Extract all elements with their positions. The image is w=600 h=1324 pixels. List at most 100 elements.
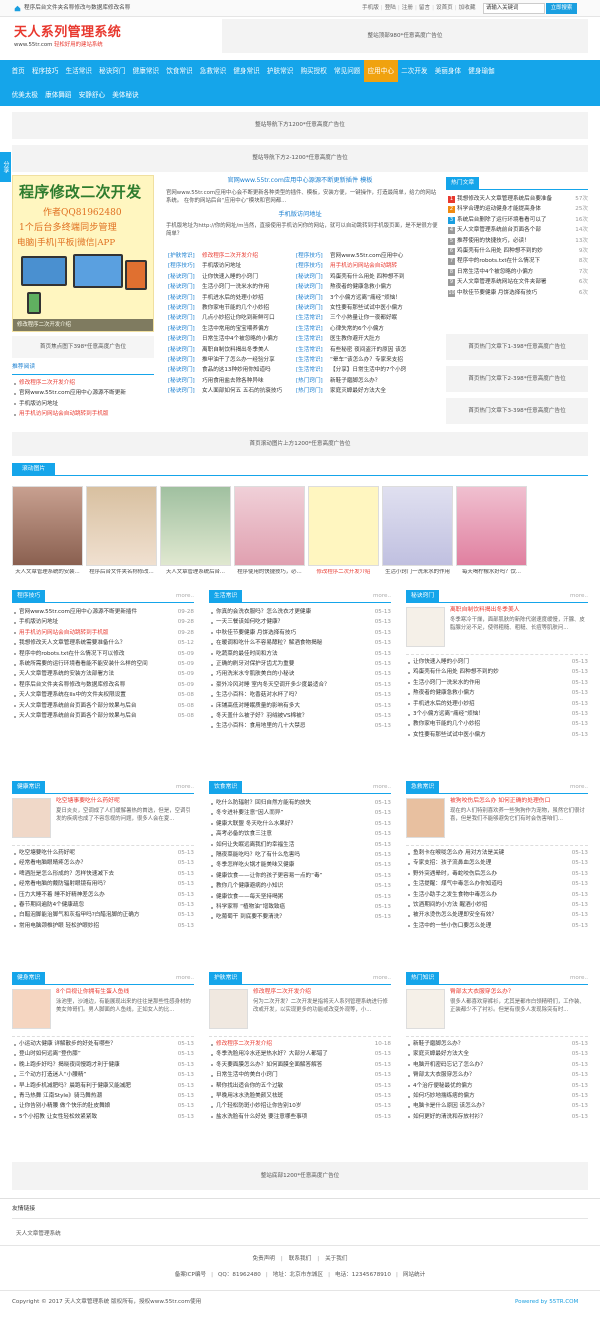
more-link[interactable]: more.. bbox=[570, 593, 588, 600]
list-item[interactable]: 鱼刺卡在喉咙怎么办 用对方法是关键 05-13 bbox=[406, 848, 588, 859]
list-item[interactable]: 中秋佳节要健康 月饼选择有技巧 05-13 bbox=[209, 627, 391, 639]
article-link[interactable]: 家庭灭蟑最好方法大全 bbox=[330, 386, 440, 396]
article-link[interactable]: 有些秘密 夜间盗汗的原因 该怎 bbox=[330, 345, 440, 355]
list-item[interactable]: 吃空塘要吃什么药好呢 05-13 bbox=[12, 848, 194, 859]
block-title[interactable]: 热门知识 bbox=[406, 972, 440, 985]
top-link[interactable]: 登陆 bbox=[385, 5, 396, 12]
list-item[interactable]: 生活小百科：吃香菇对水杯了吗？ 05-13 bbox=[209, 690, 391, 701]
featured-article[interactable]: 修改程序二次开发介绍 何为二次开发？二次开发是指将天人系列管理系统进行修改或开发，… bbox=[209, 989, 391, 1036]
block-title[interactable]: 健康常识 bbox=[12, 781, 46, 794]
list-item[interactable]: 早晚用冰水洗脸美颜又祛斑 05-13 bbox=[209, 1090, 391, 1102]
list-item[interactable]: 冬天盖什么被子好？羽绒被VS棉被？ 05-13 bbox=[209, 710, 391, 722]
nav-item[interactable]: 程序技巧 bbox=[28, 60, 62, 82]
list-item[interactable]: 啤酒肚是怎么形成的？怎样快速减下去 05-13 bbox=[12, 868, 194, 880]
article-link[interactable]: 推甲油干了怎么办一经验分享 bbox=[202, 355, 296, 365]
list-item[interactable]: 巧用洗米水令肌肤美白的小秘诀 05-13 bbox=[209, 669, 391, 680]
footer-link[interactable]: 联系我们 bbox=[289, 1256, 311, 1262]
list-item[interactable]: 系统所需要的运行环境看看能不能安装什么样的空间 05-09 bbox=[12, 658, 194, 670]
nav-item[interactable]: 常见问题 bbox=[330, 60, 364, 82]
nav-item[interactable]: 美丽身体 bbox=[431, 60, 465, 82]
list-item[interactable]: 经常看电脑眼睛疼怎么办？ 05-13 bbox=[12, 858, 194, 869]
list-item[interactable]: 一天三餐该如何吃才健康？ 05-13 bbox=[209, 617, 391, 628]
featured-article[interactable]: 8个目视让你拥有生蛋人鱼线 泳池里，沙滩边，有能展现出来的往往是那些性感身材的美女… bbox=[12, 989, 194, 1036]
list-item[interactable]: 吃葡萄干 到底要不要清洗？ 05-13 bbox=[209, 912, 391, 923]
list-item[interactable]: 在暖调和吃什么不容易酵粒？解酒食物揭秘 05-13 bbox=[209, 638, 391, 649]
list-item[interactable]: 春节期间遍防4个健康疏忽 05-13 bbox=[12, 899, 194, 911]
top-link[interactable]: 手机版 bbox=[362, 5, 379, 12]
list-item[interactable]: 健康饮食——让你的孩子更容易一点的“毒” 05-13 bbox=[209, 870, 391, 882]
favorites-text[interactable]: 程序后台文件夹名称修改与数据库修改名称 bbox=[24, 5, 130, 12]
gallery-item[interactable]: 每天喝柠檬水好吗？饮... bbox=[456, 486, 527, 576]
category-tag[interactable]: [秘诀窍门] bbox=[168, 365, 202, 375]
site-logo[interactable]: 天人系列管理系统 www.55tr.com 轻松好用的建站系统 bbox=[14, 25, 121, 49]
category-tag[interactable]: [程序技巧] bbox=[296, 261, 330, 271]
article-link[interactable]: 新鞋子磨脚怎么办？ bbox=[330, 376, 440, 386]
category-tag[interactable]: [生活常识] bbox=[296, 365, 330, 375]
list-item[interactable]: 熬夜者的健康急救小偏方 05-13 bbox=[406, 688, 588, 699]
above-scroll-ad[interactable]: 首页滚动图片上方1200*任意高度广告位 bbox=[12, 432, 588, 456]
list-item[interactable]: 压力大睡不着 睡不好精神差怎么办 05-13 bbox=[12, 889, 194, 900]
category-tag[interactable]: [生活常识] bbox=[296, 324, 330, 334]
list-item[interactable]: 臀部太大衣服穿怎么办？ 05-13 bbox=[406, 1070, 588, 1081]
search-button[interactable]: 立即搜索 bbox=[546, 3, 577, 14]
nav-item[interactable]: 生活常识 bbox=[62, 60, 96, 82]
list-item[interactable]: 教你家电节能的几个小妙招 05-13 bbox=[406, 719, 588, 730]
friend-link-item[interactable]: 天人文章管理系统 bbox=[16, 1231, 61, 1238]
more-link[interactable]: more.. bbox=[570, 784, 588, 791]
list-item[interactable]: 日常生活中的美白小窍门 05-13 bbox=[209, 1070, 391, 1081]
nav-item[interactable]: 应用中心 bbox=[364, 60, 398, 82]
search-input[interactable]: 请输入关键词 bbox=[483, 3, 545, 14]
list-item[interactable]: 天人文章管理系统的安装方法部署方法 05-09 bbox=[12, 669, 194, 680]
list-item[interactable]: 官网www.55tr.com应用中心源源不断更新插件 09-28 bbox=[12, 607, 194, 618]
category-tag[interactable]: [程序技巧] bbox=[296, 251, 330, 261]
block-title[interactable]: 急救常识 bbox=[406, 781, 440, 794]
article-link[interactable]: 让你快速入睡的小窍门 bbox=[202, 272, 296, 282]
list-item[interactable]: 登山时如何远离“登伤膝” 05-13 bbox=[12, 1049, 194, 1060]
list-item[interactable]: 让你告别小精腰 做个快乐的肚皮舞娘 05-13 bbox=[12, 1101, 194, 1112]
list-item[interactable]: 吃蔬菜的最佳时间和方法 05-13 bbox=[209, 648, 391, 659]
nav-item[interactable]: 康体舞蹈 bbox=[42, 84, 76, 106]
article-link[interactable]: 巧用食用盐去除各种异味 bbox=[202, 376, 296, 386]
list-item[interactable]: 手机进水后的处理小妙招 05-13 bbox=[406, 698, 588, 709]
article-link[interactable]: 生活小窍门一洗米水的作用 bbox=[202, 282, 296, 292]
list-item[interactable]: 生活小百科：食用地里的几十大禁忌 05-13 bbox=[209, 721, 391, 732]
article-link[interactable]: 三个小熟量让你一夜都好眠 bbox=[330, 313, 440, 323]
category-tag[interactable]: [生活常识] bbox=[296, 355, 330, 365]
hot-item[interactable]: 8 日常生活中4个被忽略的小偏方 7次 bbox=[446, 266, 588, 278]
category-tag[interactable]: [秘诀窍门] bbox=[296, 293, 330, 303]
hot-item[interactable]: 7 程序中的robots.txt在什么情况下 8次 bbox=[446, 256, 588, 267]
list-item[interactable]: 天人文章管理系统前台页面各个部分效果与后台 05-08 bbox=[12, 700, 194, 711]
nav-item[interactable]: 优美太极 bbox=[8, 84, 42, 106]
list-item[interactable]: 高考必备的饮食三注意 05-13 bbox=[209, 829, 391, 840]
nav-item[interactable]: 饮食常识 bbox=[163, 60, 197, 82]
recommend-item[interactable]: 修改程序二次开发介绍 bbox=[12, 378, 154, 388]
hot-item[interactable]: 2 科学合理的运动健身才能提高身体 25次 bbox=[446, 204, 588, 215]
list-item[interactable]: 冬季洗脸用冷水还是热水好？大部分人都错了 05-13 bbox=[209, 1049, 391, 1060]
list-item[interactable]: 5个小招教 让女性轻松效紧紧致 05-13 bbox=[12, 1111, 194, 1123]
list-item[interactable]: 生活中的一些小伤口要怎么处理 05-13 bbox=[406, 920, 588, 932]
footer-link[interactable]: 关于我们 bbox=[325, 1256, 347, 1262]
category-tag[interactable]: [秘诀窍门] bbox=[168, 282, 202, 292]
block-title[interactable]: 护肤常识 bbox=[209, 972, 243, 985]
bottom-ad[interactable]: 整站底部1200*任意高度广告位 bbox=[12, 1162, 588, 1190]
list-item[interactable]: 修改程序二次开发介绍 10-18 bbox=[209, 1039, 391, 1050]
category-tag[interactable]: [秘诀窍门] bbox=[168, 376, 202, 386]
article-link[interactable]: 心律失常的6个小偏方 bbox=[330, 324, 440, 334]
list-item[interactable]: 健康饮食——每天坚持喝粥 05-13 bbox=[209, 891, 391, 902]
more-link[interactable]: more.. bbox=[570, 975, 588, 982]
list-item[interactable]: 野外突遇晕时，毒蛇咬伤后怎么办 05-13 bbox=[406, 868, 588, 880]
list-item[interactable]: 科学家称 “植物油”增致致癌 05-13 bbox=[209, 901, 391, 913]
nav-item[interactable]: 美体秘诀 bbox=[109, 84, 143, 106]
category-tag[interactable]: [程序技巧] bbox=[168, 261, 202, 271]
more-link[interactable]: more.. bbox=[176, 975, 194, 982]
more-link[interactable]: more.. bbox=[373, 975, 391, 982]
list-item[interactable]: 天人文章管理系统前台页面各个部分效果与后台 05-08 bbox=[12, 710, 194, 722]
top-link[interactable]: 设首页 bbox=[436, 5, 453, 12]
list-item[interactable]: 你真的会洗衣服吗？怎么洗衣才更健康 05-13 bbox=[209, 607, 391, 618]
category-tag[interactable]: [秘诀窍门] bbox=[168, 272, 202, 282]
center-subtitle[interactable]: 手机版访问地址 bbox=[162, 211, 438, 219]
article-link[interactable]: 用手机访问网站会自动跳转 bbox=[330, 261, 440, 271]
article-link[interactable]: 3个小偏方远离“痛经”烦恼！ bbox=[330, 293, 440, 303]
more-link[interactable]: more.. bbox=[373, 593, 391, 600]
list-item[interactable]: 健康大联盟 冬天吃什么水果好？ 05-13 bbox=[209, 818, 391, 830]
